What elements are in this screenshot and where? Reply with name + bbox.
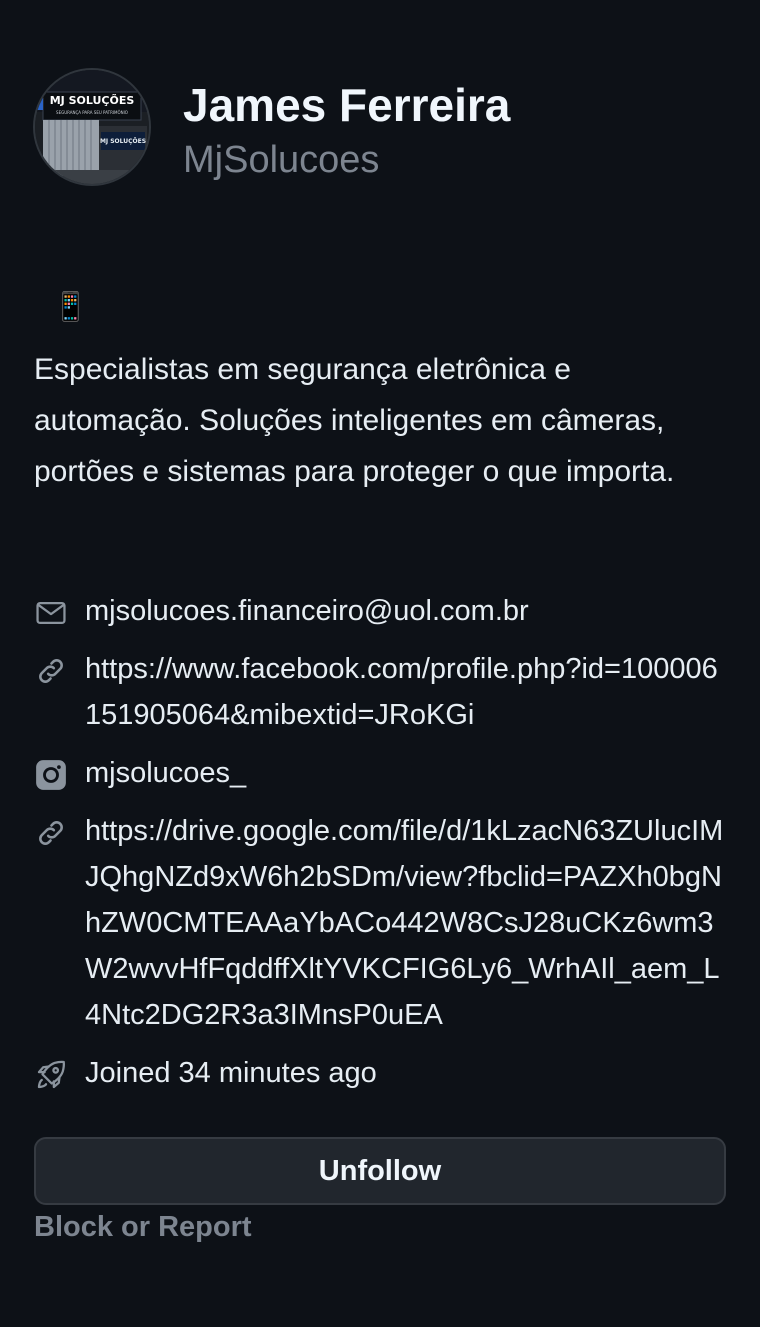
bio-text: Especialistas em segurança eletrônica e …: [34, 353, 675, 488]
profile-details: mjsolucoes.financeiro@uol.com.br https:/…: [34, 588, 734, 1108]
facebook-link-row[interactable]: https://www.facebook.com/profile.php?id=…: [34, 646, 734, 738]
bio-emoji: 📱: [53, 290, 88, 323]
profile-header: MJ SOLUÇÕES SEGURANÇA PARA SEU PATRIMÔNI…: [33, 68, 733, 192]
avatar-image: MJ SOLUÇÕES SEGURANÇA PARA SEU PATRIMÔNI…: [35, 70, 149, 184]
avatar-side-sign: MJ SOLUÇÕES: [100, 138, 146, 145]
avatar-sign-title: MJ SOLUÇÕES: [50, 94, 135, 107]
instagram-row[interactable]: mjsolucoes_: [34, 750, 734, 796]
email-text[interactable]: mjsolucoes.financeiro@uol.com.br: [85, 588, 529, 634]
unfollow-button[interactable]: Unfollow: [34, 1137, 726, 1205]
block-or-report-link[interactable]: Block or Report: [34, 1206, 252, 1248]
rocket-icon: [34, 1058, 68, 1092]
joined-text: Joined 34 minutes ago: [85, 1057, 377, 1089]
display-name: James Ferreira: [183, 79, 511, 131]
username: MjSolucoes: [183, 139, 380, 181]
instagram-icon: [34, 758, 68, 792]
link-icon: [34, 816, 68, 850]
mail-icon: [34, 596, 68, 630]
avatar[interactable]: MJ SOLUÇÕES SEGURANÇA PARA SEU PATRIMÔNI…: [33, 68, 151, 186]
joined-row: Joined 34 minutes ago: [34, 1050, 734, 1096]
drive-link-row[interactable]: https://drive.google.com/file/d/1kLzacN6…: [34, 808, 734, 1038]
email-row[interactable]: mjsolucoes.financeiro@uol.com.br: [34, 588, 734, 634]
profile-names: James Ferreira MjSolucoes: [183, 78, 510, 184]
avatar-sign-tagline: SEGURANÇA PARA SEU PATRIMÔNIO: [56, 110, 128, 115]
instagram-handle[interactable]: mjsolucoes_: [85, 750, 246, 796]
facebook-link-text[interactable]: https://www.facebook.com/profile.php?id=…: [85, 646, 730, 738]
link-icon: [34, 654, 68, 688]
drive-link-text[interactable]: https://drive.google.com/file/d/1kLzacN6…: [85, 808, 730, 1038]
